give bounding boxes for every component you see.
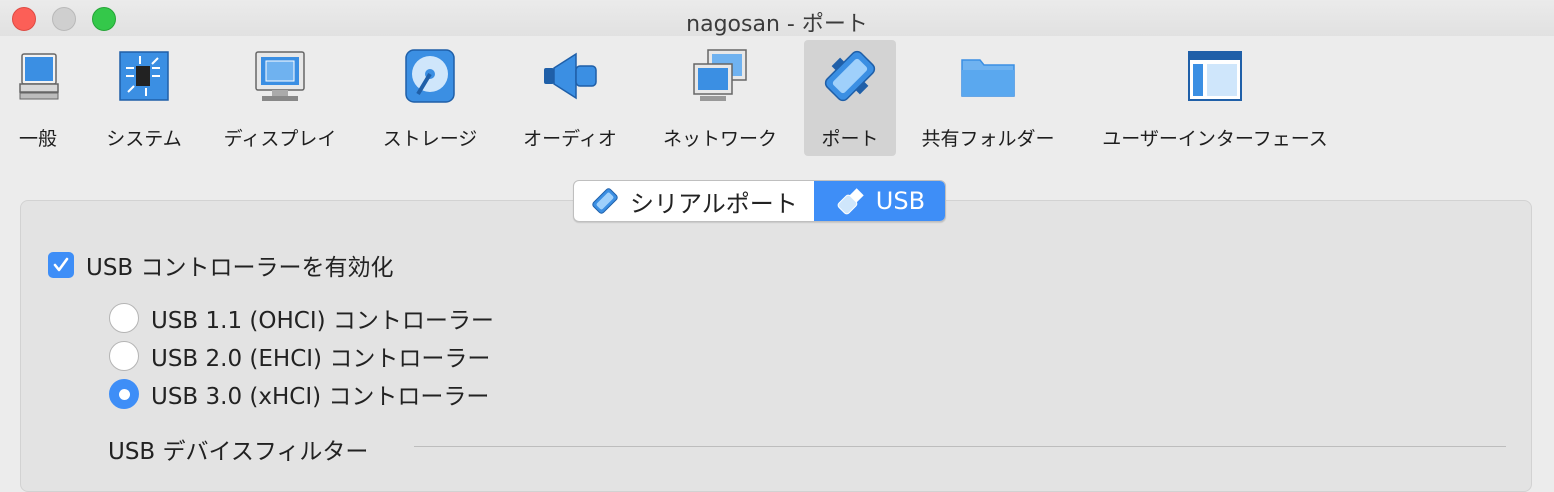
settings-toolbar: 一般 システム ディスプレイ ストレージ オーディオ ネットワーク ポート 共有… xyxy=(0,36,1554,160)
usb-2-0-label: USB 2.0 (EHCI) コントローラー xyxy=(151,346,491,372)
display-monitor-icon xyxy=(255,51,305,101)
window-title: nagosan - ポート xyxy=(686,12,868,37)
toolbar-item-storage[interactable]: ストレージ xyxy=(372,40,488,156)
toolbar-label-general: 一般 xyxy=(18,128,57,150)
toolbar-label-shared-folders: 共有フォルダー xyxy=(921,128,1055,150)
tab-serial-ports-label: シリアルポート xyxy=(630,189,798,218)
toolbar-item-user-interface[interactable]: ユーザーインターフェース xyxy=(1090,40,1340,156)
usb-device-filters-label: USB デバイスフィルター xyxy=(108,439,369,465)
toolbar-label-user-interface: ユーザーインターフェース xyxy=(1102,128,1328,150)
radio-usb-3-0[interactable] xyxy=(109,379,139,409)
checkmark-icon xyxy=(53,257,69,272)
tab-usb[interactable]: USB xyxy=(813,181,946,221)
usb-device-filters-header: USB デバイスフィルター xyxy=(108,432,368,466)
toolbar-label-audio: オーディオ xyxy=(523,128,617,150)
section-divider xyxy=(414,446,1506,447)
serial-port-icon xyxy=(592,188,618,214)
user-interface-icon xyxy=(1188,51,1242,101)
radio-usb-2-0[interactable] xyxy=(109,341,139,371)
usb-2-0-option[interactable]: USB 2.0 (EHCI) コントローラー xyxy=(109,339,490,373)
system-chip-icon xyxy=(119,51,169,101)
usb-icon xyxy=(837,188,864,215)
port-tabs: シリアルポート USB xyxy=(573,180,947,222)
storage-disk-icon xyxy=(405,49,455,103)
toolbar-item-audio[interactable]: オーディオ xyxy=(512,40,628,156)
enable-usb-controller-checkbox[interactable]: USB コントローラーを有効化 xyxy=(48,248,394,282)
general-monitor-icon xyxy=(19,53,59,100)
port-connector-icon xyxy=(824,50,876,102)
usb-1-1-option[interactable]: USB 1.1 (OHCI) コントローラー xyxy=(109,301,494,335)
audio-speaker-icon xyxy=(544,52,597,100)
toolbar-label-network: ネットワーク xyxy=(662,128,777,150)
radio-usb-1-1[interactable] xyxy=(109,303,139,333)
toolbar-item-general[interactable]: 一般 xyxy=(0,40,76,156)
toolbar-label-storage: ストレージ xyxy=(382,128,478,150)
toolbar-item-system[interactable]: システム xyxy=(96,40,192,156)
toolbar-item-ports[interactable]: ポート xyxy=(804,40,896,156)
tab-usb-label: USB xyxy=(875,187,926,215)
toolbar-item-network[interactable]: ネットワーク xyxy=(652,40,788,156)
network-icon xyxy=(693,49,747,101)
toolbar-label-system: システム xyxy=(106,128,182,150)
usb-3-0-option[interactable]: USB 3.0 (xHCI) コントローラー xyxy=(109,377,489,411)
tab-serial-ports[interactable]: シリアルポート xyxy=(574,181,814,221)
enable-usb-controller-label: USB コントローラーを有効化 xyxy=(86,255,394,281)
toolbar-item-shared-folders[interactable]: 共有フォルダー xyxy=(912,40,1064,156)
usb-3-0-label: USB 3.0 (xHCI) コントローラー xyxy=(151,384,490,410)
title-bar: nagosan - ポート xyxy=(0,0,1554,37)
toolbar-label-ports: ポート xyxy=(821,128,879,150)
usb-1-1-label: USB 1.1 (OHCI) コントローラー xyxy=(151,308,494,334)
toolbar-item-display[interactable]: ディスプレイ xyxy=(214,40,346,156)
toolbar-label-display: ディスプレイ xyxy=(223,128,337,150)
checkbox-checked[interactable] xyxy=(48,252,74,278)
shared-folder-icon xyxy=(961,59,1015,97)
